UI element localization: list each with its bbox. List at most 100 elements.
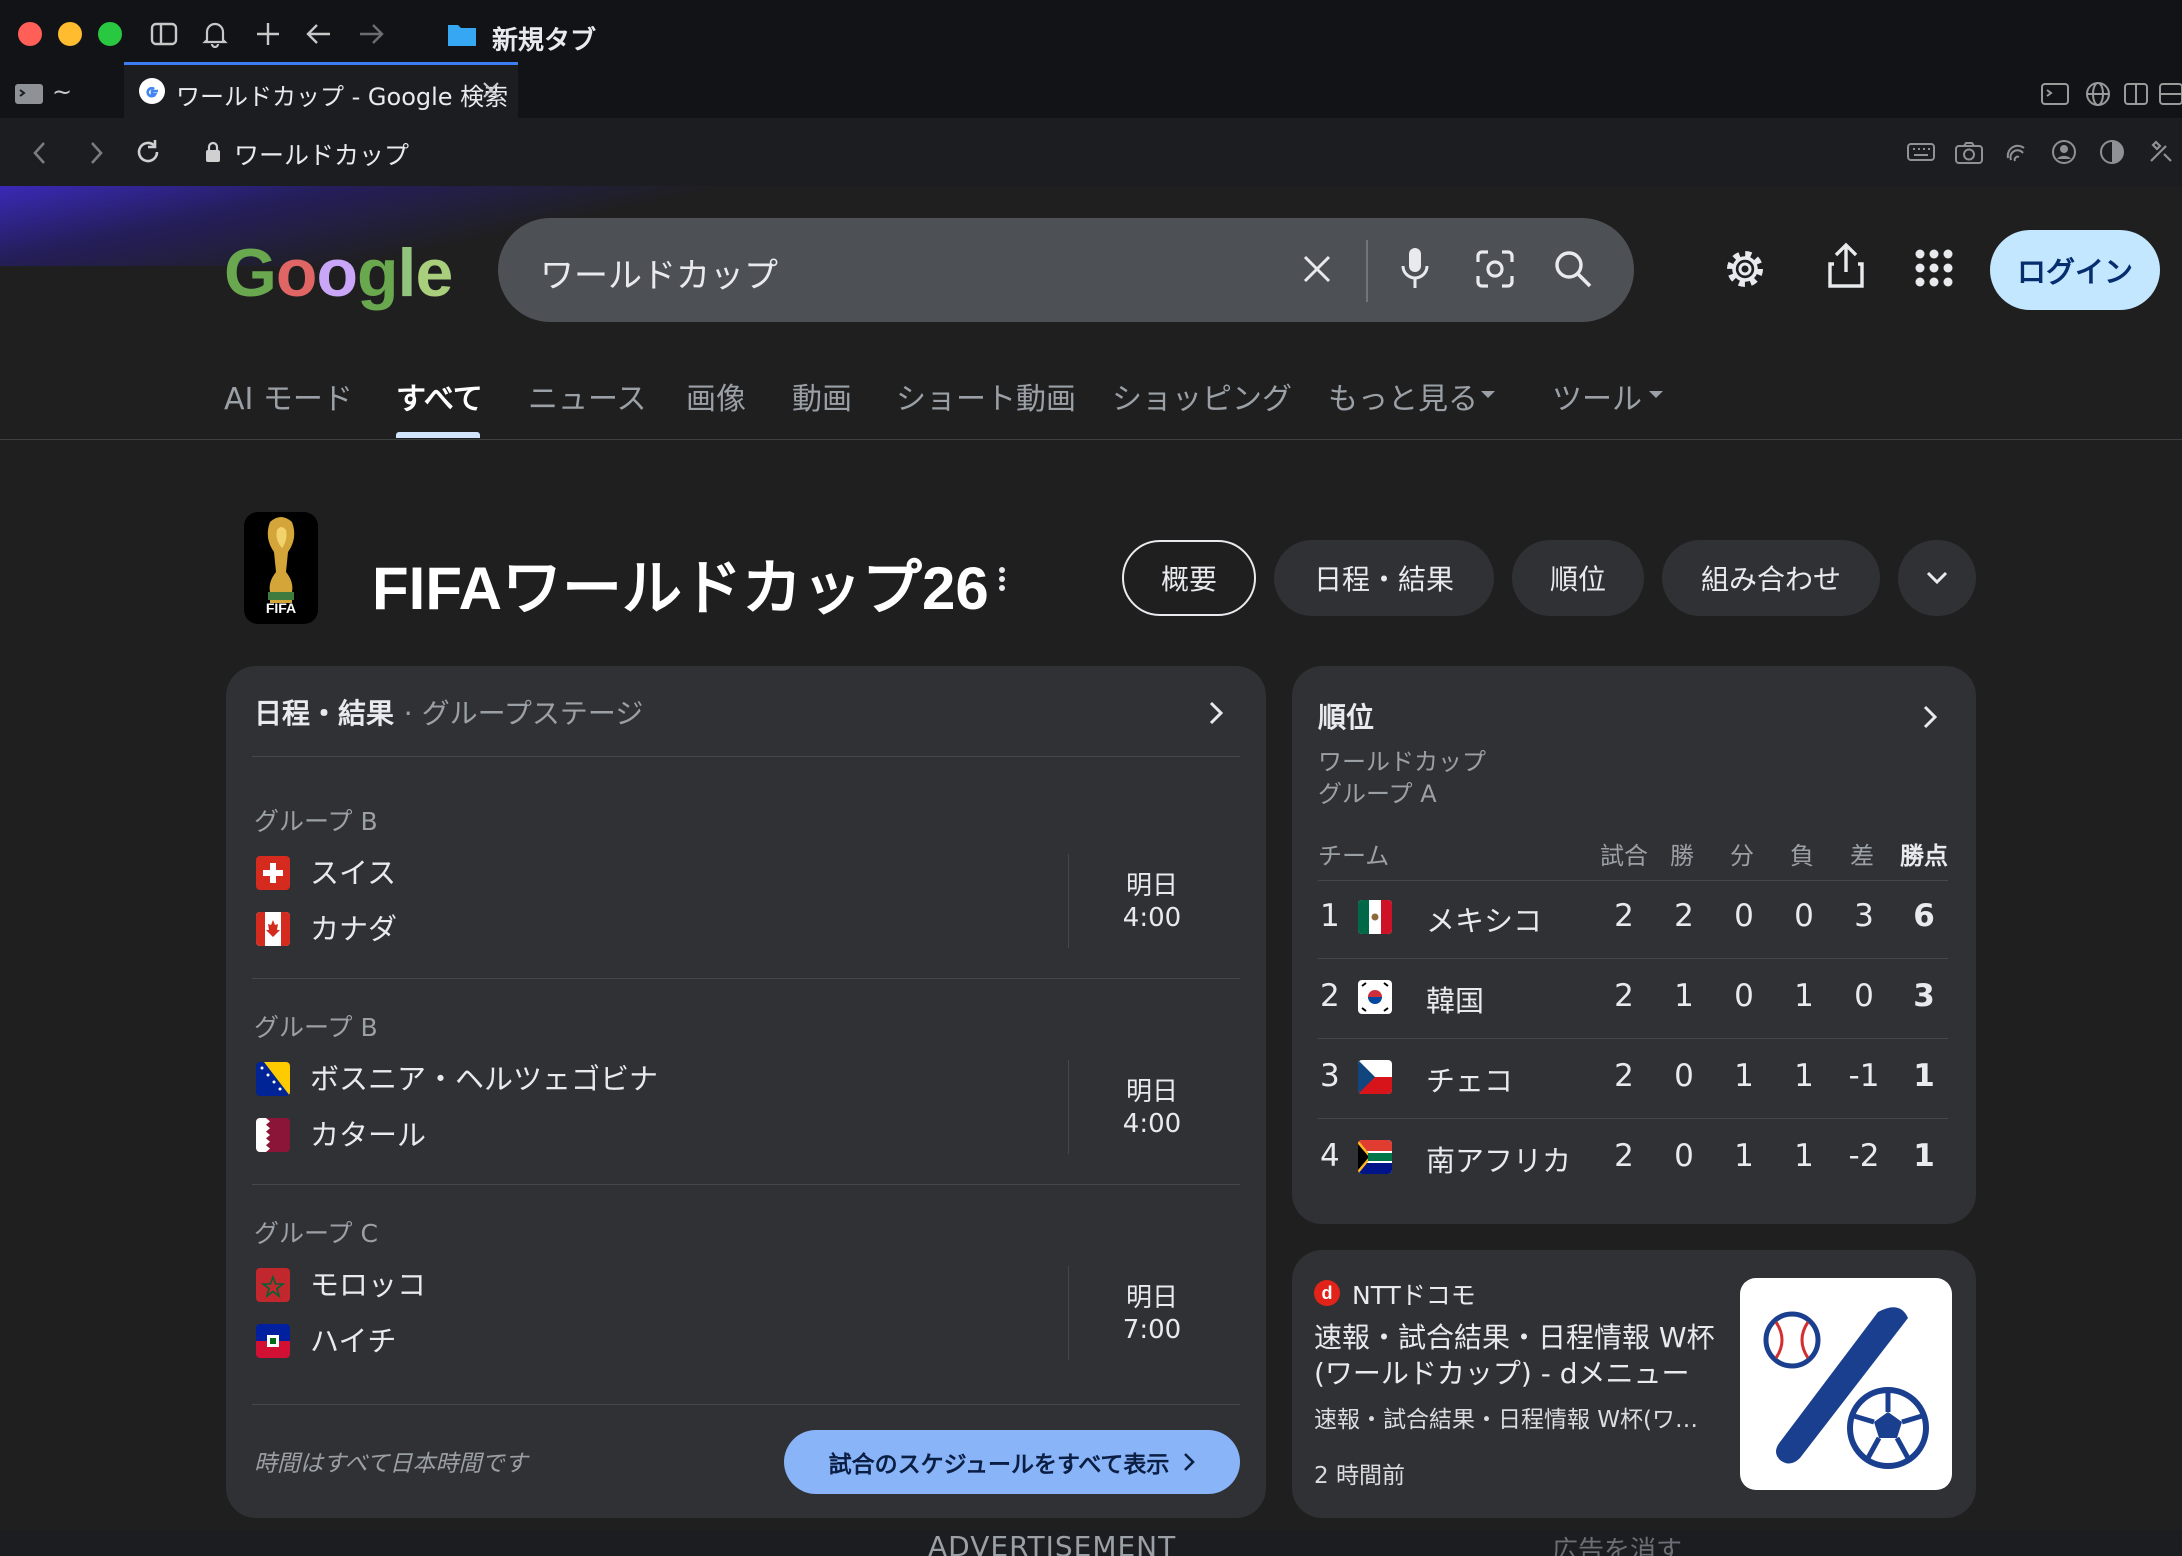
match-hour: 4:00 <box>1122 1109 1182 1139</box>
apps-grid-icon[interactable] <box>1914 248 1954 288</box>
nav-forward-icon[interactable] <box>86 140 106 166</box>
standings-draws: 1 <box>1734 1138 1754 1174</box>
tab-more[interactable]: もっと見る <box>1328 374 1478 418</box>
hide-ad-link[interactable]: 広告を消す <box>1552 1530 1682 1556</box>
contrast-icon[interactable] <box>2098 138 2126 166</box>
standings-header-losses: 負 <box>1790 842 1814 870</box>
login-button[interactable]: ログイン <box>1990 230 2160 310</box>
tab-ai-mode[interactable]: AI モード <box>224 374 353 418</box>
terminal-panel-icon[interactable] <box>2040 80 2070 108</box>
standings-team: メキシコ <box>1426 904 1543 938</box>
chip-expand[interactable] <box>1898 540 1976 616</box>
baseball-soccer-icon <box>1763 1307 1929 1469</box>
google-g-icon <box>138 77 166 105</box>
fifa-logo[interactable]: FIFA <box>244 512 318 624</box>
nav-back-icon[interactable] <box>30 140 50 166</box>
standings-chevron-right-icon[interactable] <box>1922 704 1938 730</box>
fingerprint-icon[interactable] <box>2002 138 2030 166</box>
minimize-window-button[interactable] <box>58 22 82 46</box>
chip-standings[interactable]: 順位 <box>1512 540 1644 616</box>
close-window-button[interactable] <box>18 22 42 46</box>
show-all-schedule-label: 試合のスケジュールをすべて表示 <box>828 1452 1170 1478</box>
match-divider <box>1068 1266 1069 1360</box>
close-tab-icon[interactable] <box>480 79 502 101</box>
match-team-1: ボスニア・ヘルツェゴビナ <box>310 1062 659 1096</box>
standings-points: 3 <box>1913 978 1935 1014</box>
new-tab-plus-icon[interactable] <box>254 20 282 48</box>
standings-title[interactable]: 順位 <box>1318 696 1374 736</box>
tab-tools[interactable]: ツール <box>1552 374 1642 418</box>
more-options-icon[interactable] <box>996 566 1008 592</box>
google-doodle-logo[interactable]: Google <box>224 234 453 312</box>
chip-schedule[interactable]: 日程・結果 <box>1274 540 1494 616</box>
match-divider <box>1068 854 1069 948</box>
new-tab-label[interactable]: 新規タブ <box>492 20 596 57</box>
bell-icon[interactable] <box>202 20 228 48</box>
news-thumbnail[interactable] <box>1740 1278 1952 1490</box>
tab-short-videos[interactable]: ショート動画 <box>896 374 1076 418</box>
tab-all[interactable]: すべて <box>396 374 483 418</box>
terminal-icon[interactable] <box>14 82 44 106</box>
account-icon[interactable] <box>2050 138 2078 166</box>
zoom-window-button[interactable] <box>98 22 122 46</box>
morocco-flag-icon <box>256 1268 290 1302</box>
active-tab-indicator <box>396 432 480 438</box>
divider <box>1318 880 1948 881</box>
tools-caret-icon[interactable] <box>1648 390 1664 400</box>
back-arrow-icon[interactable] <box>304 20 334 48</box>
chip-overview[interactable]: 概要 <box>1122 540 1256 616</box>
match-hour: 7:00 <box>1122 1315 1182 1345</box>
standings-wins: 0 <box>1674 1058 1694 1094</box>
standings-rank: 1 <box>1320 898 1340 934</box>
search-input[interactable]: ワールドカップ <box>540 248 778 297</box>
divider <box>1318 958 1948 959</box>
canada-flag-icon <box>256 912 290 946</box>
standings-subtitle-1: ワールドカップ <box>1318 748 1486 776</box>
forward-arrow-icon[interactable] <box>356 20 386 48</box>
match-time: 明日 4:00 <box>1092 870 1212 934</box>
news-snippet: 速報・試合結果・日程情報 W杯(ワ… <box>1314 1407 1699 1433</box>
reload-icon[interactable] <box>134 138 162 166</box>
search-divider <box>1366 240 1368 302</box>
keyboard-icon[interactable] <box>1906 140 1936 164</box>
match-group-label: グループ B <box>254 1013 378 1042</box>
more-caret-icon[interactable] <box>1480 390 1496 400</box>
active-tab[interactable]: ワールドカップ - Google 検索 <box>124 62 518 118</box>
terminal-tab-label[interactable]: ~ <box>52 78 72 106</box>
url-text[interactable]: ワールドカップ <box>234 136 409 172</box>
qatar-flag-icon <box>256 1118 290 1152</box>
camera-icon[interactable] <box>1954 140 1984 166</box>
standings-losses: 1 <box>1794 1058 1814 1094</box>
sidebar-toggle-icon[interactable] <box>150 21 178 47</box>
tab-videos[interactable]: 動画 <box>792 374 852 418</box>
layout-icon[interactable] <box>2158 80 2182 108</box>
docomo-logo-icon: d <box>1314 1280 1340 1306</box>
tab-images[interactable]: 画像 <box>686 374 746 418</box>
clear-search-icon[interactable] <box>1300 252 1334 286</box>
lens-search-icon[interactable] <box>1474 248 1516 290</box>
show-all-schedule-button[interactable]: 試合のスケジュールをすべて表示 <box>784 1430 1240 1494</box>
news-title[interactable]: 速報・試合結果・日程情報 W杯(ワールドカップ) - dメニュー <box>1314 1320 1726 1392</box>
chip-bracket[interactable]: 組み合わせ <box>1662 540 1880 616</box>
globe-icon[interactable] <box>2084 80 2112 108</box>
share-icon[interactable] <box>1826 242 1866 290</box>
schedule-chevron-right-icon[interactable] <box>1208 700 1224 726</box>
standings-header-team: チーム <box>1318 842 1390 870</box>
voice-search-icon[interactable] <box>1398 246 1432 292</box>
tools-icon[interactable] <box>2146 138 2176 166</box>
search-box[interactable]: ワールドカップ <box>498 218 1634 322</box>
settings-gear-icon[interactable] <box>1722 246 1768 292</box>
folder-icon <box>446 20 478 48</box>
news-source: NTTドコモ <box>1352 1281 1476 1310</box>
search-submit-icon[interactable] <box>1552 248 1594 290</box>
tab-news[interactable]: ニュース <box>528 374 647 418</box>
schedule-card-title[interactable]: 日程・結果 · グループステージ <box>254 692 643 732</box>
split-view-icon[interactable] <box>2122 80 2150 108</box>
knowledge-panel-title: FIFAワールドカップ26 <box>372 555 989 622</box>
standings-header-played: 試合 <box>1600 842 1648 870</box>
tab-shopping[interactable]: ショッピング <box>1112 374 1292 418</box>
standings-team: 南アフリカ <box>1426 1144 1572 1178</box>
match-day: 明日 <box>1125 871 1178 901</box>
standings-draws: 0 <box>1734 978 1754 1014</box>
standings-played: 2 <box>1614 978 1634 1014</box>
